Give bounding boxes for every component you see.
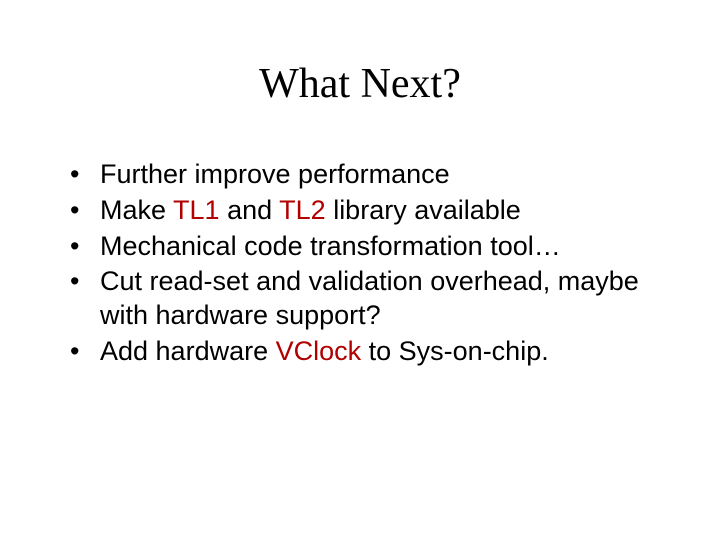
highlight-text: VClock bbox=[276, 336, 362, 366]
bullet-text: Further improve performance bbox=[100, 159, 450, 189]
slide: What Next? Further improve performance M… bbox=[0, 0, 720, 540]
bullet-text: Make bbox=[100, 195, 173, 225]
bullet-text: Cut read-set and validation overhead, ma… bbox=[100, 266, 639, 330]
list-item: Make TL1 and TL2 library available bbox=[70, 194, 660, 228]
bullet-text: Add hardware bbox=[100, 336, 276, 366]
bullet-text: Mechanical code transformation tool… bbox=[100, 231, 561, 261]
bullet-text: to Sys-on-chip. bbox=[361, 336, 549, 366]
highlight-text: TL1 bbox=[173, 195, 220, 225]
bullet-list: Further improve performance Make TL1 and… bbox=[60, 158, 660, 369]
bullet-text: and bbox=[220, 195, 280, 225]
slide-title: What Next? bbox=[60, 60, 660, 108]
highlight-text: TL2 bbox=[279, 195, 326, 225]
list-item: Mechanical code transformation tool… bbox=[70, 230, 660, 264]
list-item: Cut read-set and validation overhead, ma… bbox=[70, 265, 660, 333]
list-item: Add hardware VClock to Sys-on-chip. bbox=[70, 335, 660, 369]
bullet-text: library available bbox=[326, 195, 521, 225]
list-item: Further improve performance bbox=[70, 158, 660, 192]
